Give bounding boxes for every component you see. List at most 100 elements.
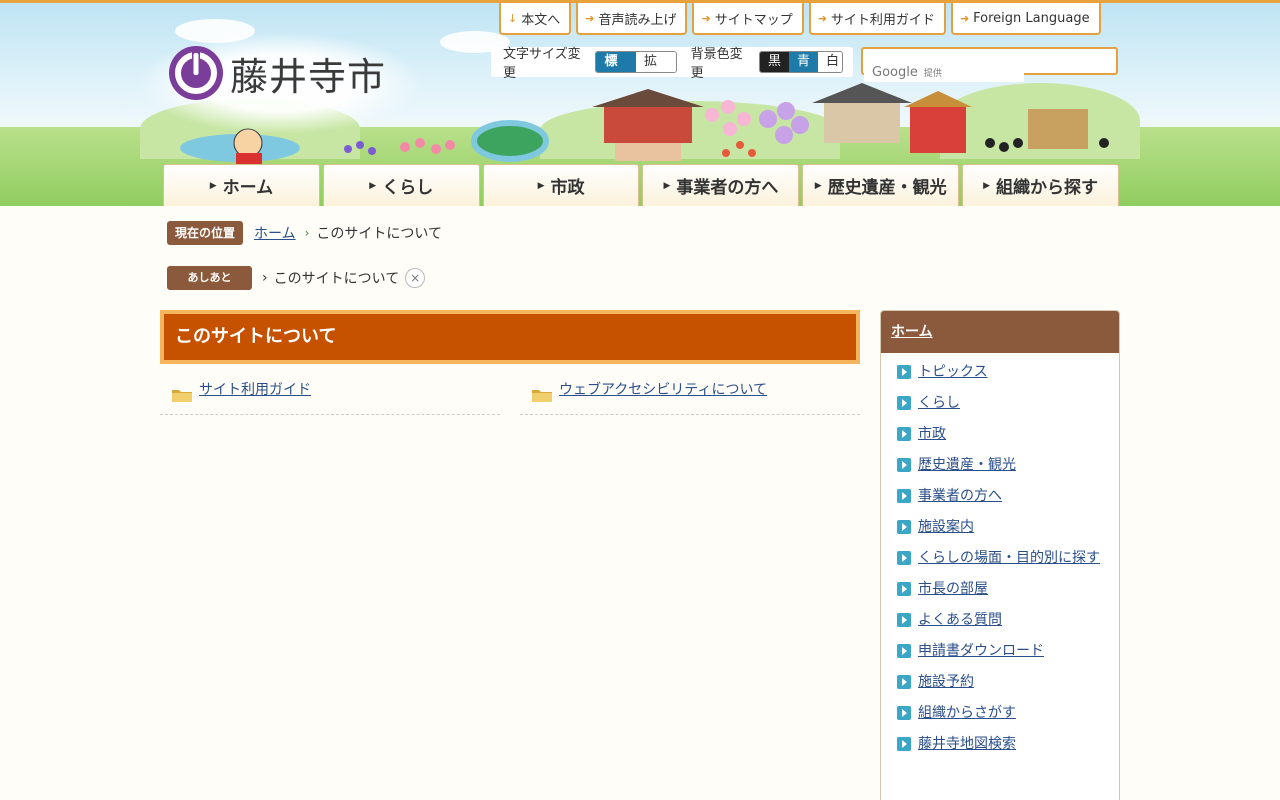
breadcrumb-tag: 現在の位置 <box>167 221 244 245</box>
side-nav-home-link[interactable]: ホーム <box>891 324 933 340</box>
breadcrumb-home-link[interactable]: ホーム <box>254 223 296 243</box>
triangle-right-icon: ▶ <box>814 180 822 191</box>
side-nav-item-city-admin[interactable]: 市政 <box>918 425 946 443</box>
side-nav-item-life-scenes[interactable]: くらしの場面・目的別に探す <box>918 549 1100 567</box>
bg-color-label: 背景色変更 <box>690 47 743 81</box>
site-header: 藤井寺市 ↓ 本文へ ➜ 音声読み上げ ➜ サイトマップ ➜ サイト利用ガイド ➜ For… <box>0 0 1280 206</box>
city-emblem-icon <box>169 46 223 100</box>
gnav-life[interactable]: ▶ くらし <box>322 164 480 206</box>
triangle-right-icon: ▶ <box>663 180 671 191</box>
breadcrumb-current: このサイトについて <box>316 226 443 242</box>
folder-icon <box>172 390 192 402</box>
side-nav-item-map-search[interactable]: 藤井寺地図検索 <box>918 735 1016 753</box>
side-nav-item: トピックス <box>897 363 1102 381</box>
site-logo-text: 藤井寺市 <box>230 54 387 99</box>
read-aloud-link[interactable]: ➜ 音声読み上げ <box>576 3 688 35</box>
bullet-arrow-icon <box>897 613 911 627</box>
side-nav-item: 施設案内 <box>897 518 1102 536</box>
side-nav: ホーム トピックス くらし 市政 歴史遺産・観光 事業者の方へ 施設案内 くらし… <box>880 310 1120 800</box>
triangle-right-icon: ▶ <box>537 180 545 191</box>
bg-color-switch: 黒 青 白 <box>758 51 844 73</box>
side-nav-item-business[interactable]: 事業者の方へ <box>918 487 1002 505</box>
side-nav-item-faq[interactable]: よくある質問 <box>918 611 1002 629</box>
web-accessibility-content-link[interactable]: ウェブアクセシビリティについて <box>559 379 767 399</box>
footprint-item-link[interactable]: このサイトについて <box>274 268 400 288</box>
global-nav: ▶ ホーム ▶ くらし ▶ 市政 ▶ 事業者の方へ ▶ 歴史遺産・観光 ▶ 組織から探す <box>163 164 1119 206</box>
skip-to-content-link[interactable]: ↓ 本文へ <box>499 3 572 35</box>
bullet-arrow-icon <box>897 582 911 596</box>
side-nav-item-mayor[interactable]: 市長の部屋 <box>918 580 988 598</box>
site-logo-link[interactable]: 藤井寺市 <box>168 45 386 101</box>
content-link-item: サイト利用ガイド <box>160 370 500 415</box>
gnav-organization[interactable]: ▶ 組織から探す <box>962 164 1119 206</box>
google-branding: Google 提供 <box>864 64 1024 82</box>
bullet-arrow-icon <box>897 396 911 410</box>
side-nav-item-reservation[interactable]: 施設予約 <box>918 673 974 691</box>
chevron-right-icon: › <box>304 226 310 240</box>
side-nav-item: 藤井寺地図検索 <box>897 735 1102 753</box>
footprints-tag: あしあと <box>167 266 252 290</box>
content-link-item: ウェブアクセシビリティについて <box>520 370 860 415</box>
side-nav-item: くらしの場面・目的別に探す <box>897 549 1102 567</box>
footprints-bar: あしあと › このサイトについて × <box>167 266 426 290</box>
side-nav-item: 市政 <box>897 425 1102 443</box>
text-size-switch: 標準 拡大 <box>595 51 677 73</box>
bullet-arrow-icon <box>897 520 911 534</box>
site-guide-content-link[interactable]: サイト利用ガイド <box>199 379 311 399</box>
foreign-language-link[interactable]: ➜ Foreign Language <box>950 3 1101 35</box>
text-size-large-button[interactable]: 拡大 <box>636 52 676 72</box>
bullet-arrow-icon <box>897 737 911 751</box>
page-title-box: このサイトについて <box>160 310 860 364</box>
accessibility-toolbar: 文字サイズ変更 標準 拡大 背景色変更 黒 青 白 <box>491 47 853 81</box>
side-nav-item: よくある質問 <box>897 611 1102 629</box>
side-nav-item-forms[interactable]: 申請書ダウンロード <box>918 642 1044 660</box>
bullet-arrow-icon <box>897 551 911 565</box>
gnav-heritage-tourism[interactable]: ▶ 歴史遺産・観光 <box>802 164 960 206</box>
side-nav-item: 市長の部屋 <box>897 580 1102 598</box>
arrow-right-icon: ➜ <box>701 11 711 25</box>
breadcrumb: 現在の位置 ホーム › このサイトについて <box>167 221 442 245</box>
triangle-right-icon: ▶ <box>209 180 217 191</box>
side-nav-item: 組織からさがす <box>897 704 1102 722</box>
text-size-standard-button[interactable]: 標準 <box>596 52 637 72</box>
chevron-right-icon: › <box>262 270 268 286</box>
bg-blue-button[interactable]: 青 <box>788 52 818 72</box>
arrow-right-icon: ➜ <box>817 11 827 25</box>
bullet-arrow-icon <box>897 706 911 720</box>
side-nav-item-facilities[interactable]: 施設案内 <box>918 518 974 536</box>
bullet-arrow-icon <box>897 458 911 472</box>
side-nav-item-life[interactable]: くらし <box>918 394 960 412</box>
side-nav-item-organization[interactable]: 組織からさがす <box>918 704 1016 722</box>
arrow-right-icon: ➜ <box>959 11 970 25</box>
arrow-right-icon: ➜ <box>585 11 595 25</box>
sitemap-link[interactable]: ➜ サイトマップ <box>692 3 804 35</box>
top-utility-links: ↓ 本文へ ➜ 音声読み上げ ➜ サイトマップ ➜ サイト利用ガイド ➜ Foreign … <box>499 3 1101 35</box>
close-icon[interactable]: × <box>405 268 426 288</box>
gnav-city-admin[interactable]: ▶ 市政 <box>482 164 640 206</box>
bg-white-button[interactable]: 白 <box>817 52 843 72</box>
side-nav-item: 申請書ダウンロード <box>897 642 1102 660</box>
side-nav-item-topics[interactable]: トピックス <box>918 363 988 381</box>
bullet-arrow-icon <box>897 427 911 441</box>
side-nav-item-heritage[interactable]: 歴史遺産・観光 <box>918 456 1016 474</box>
triangle-right-icon: ▶ <box>369 180 377 191</box>
side-nav-header: ホーム <box>881 311 1119 353</box>
gnav-business[interactable]: ▶ 事業者の方へ <box>642 164 800 206</box>
gnav-home[interactable]: ▶ ホーム <box>163 164 320 206</box>
page-title: このサイトについて <box>175 326 337 347</box>
text-size-label: 文字サイズ変更 <box>503 47 581 81</box>
side-nav-item: 施設予約 <box>897 673 1102 691</box>
bullet-arrow-icon <box>897 489 911 503</box>
bullet-arrow-icon <box>897 675 911 689</box>
site-guide-link[interactable]: ➜ サイト利用ガイド <box>808 3 946 35</box>
side-nav-list: トピックス くらし 市政 歴史遺産・観光 事業者の方へ 施設案内 くらしの場面・… <box>881 353 1119 753</box>
bg-black-button[interactable]: 黒 <box>759 52 789 72</box>
side-nav-item: 事業者の方へ <box>897 487 1102 505</box>
side-nav-item: くらし <box>897 394 1102 412</box>
arrow-down-icon: ↓ <box>508 11 518 25</box>
bullet-arrow-icon <box>897 365 911 379</box>
bullet-arrow-icon <box>897 644 911 658</box>
folder-icon <box>532 390 552 402</box>
triangle-right-icon: ▶ <box>983 180 991 191</box>
side-nav-item: 歴史遺産・観光 <box>897 456 1102 474</box>
